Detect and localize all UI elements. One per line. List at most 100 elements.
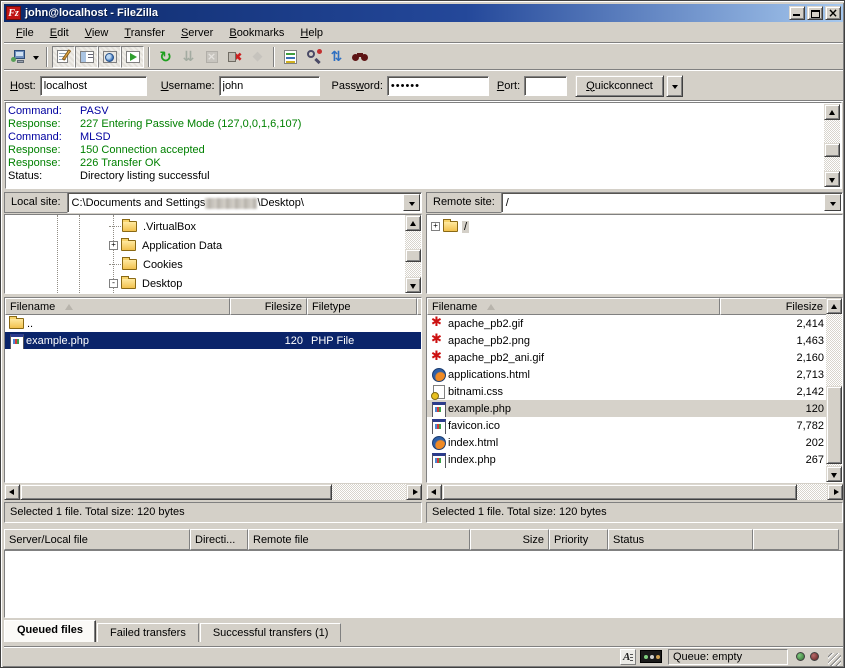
file-row-apache_pb2-gif[interactable]: apache_pb2.gif2,414 [427,315,826,332]
data-type-indicator-icon[interactable] [620,649,636,665]
scrollbar-thumb[interactable] [826,386,842,464]
menu-help[interactable]: Help [292,24,331,42]
expand-icon[interactable]: + [431,222,440,231]
menu-view[interactable]: View [77,24,117,42]
menu-edit[interactable]: Edit [42,24,77,42]
tab-queued-files[interactable]: Queued files [4,620,96,642]
tab-successful-transfers-1-[interactable]: Successful transfers (1) [200,623,342,642]
queue-column-size[interactable]: Size [470,529,549,550]
scroll-down-button[interactable] [405,277,421,293]
queue-column-directi-[interactable]: Directi... [190,529,248,550]
close-button[interactable]: × [825,6,841,20]
speed-limits-indicator-icon[interactable] [640,650,662,663]
synchronized-browsing-button[interactable] [325,46,348,68]
remote-list-hscrollbar[interactable] [426,484,843,500]
collapse-icon[interactable]: - [109,279,118,288]
toggle-log-view-button[interactable] [52,46,75,68]
file-row-index-html[interactable]: index.html202 [427,434,826,451]
remote-site-path-combo[interactable]: / [501,192,843,213]
disconnect-button[interactable] [223,46,246,68]
column-header-filetype[interactable]: Filetype [307,298,417,315]
tree-item--virtualbox[interactable]: .VirtualBox [109,217,198,236]
file-row-favicon-ico[interactable]: favicon.ico7,782 [427,417,826,434]
file-row-index-php[interactable]: index.php267 [427,451,826,468]
queue-column-priority[interactable]: Priority [549,529,608,550]
close-icon: × [826,7,840,19]
column-header-filesize[interactable]: Filesize [230,298,307,315]
password-input[interactable] [387,76,489,96]
combo-dropdown-icon[interactable] [403,194,420,211]
column-header-filesize[interactable]: Filesize [720,298,828,315]
port-input[interactable] [524,76,567,96]
file-row-apache_pb2-png[interactable]: apache_pb2.png1,463 [427,332,826,349]
minimize-button[interactable] [789,6,805,20]
scrollbar-thumb[interactable] [824,143,840,157]
queue-column-server-local-file[interactable]: Server/Local file [4,529,190,550]
refresh-button[interactable] [154,46,177,68]
queue-column-remote-file[interactable]: Remote file [248,529,470,550]
combo-dropdown-icon[interactable] [824,194,841,211]
maximize-button[interactable] [807,6,823,20]
column-header-filename[interactable]: Filename [5,298,230,315]
menu-transfer[interactable]: Transfer [116,24,173,42]
column-header-filename[interactable]: Filename [427,298,720,315]
file-row-example-php[interactable]: example.php120PHP File1 [5,332,421,349]
filezilla-app-icon[interactable]: Fz [6,6,21,20]
tree-item-cookies[interactable]: Cookies [109,255,185,274]
scroll-left-button[interactable] [4,484,20,500]
menu-bookmarks[interactable]: Bookmarks [221,24,292,42]
scrollbar-thumb[interactable] [405,249,421,262]
tree-item-root[interactable]: +/ [431,217,469,236]
scroll-down-button[interactable] [824,171,840,187]
directory-filters-button[interactable] [279,46,302,68]
tab-failed-transfers[interactable]: Failed transfers [97,623,199,642]
local-tree-scrollbar[interactable] [405,215,421,293]
scrollbar-thumb[interactable] [20,484,332,500]
process-queue-button[interactable] [177,46,200,68]
local-list-hscrollbar[interactable] [4,484,422,500]
titlebar[interactable]: Fz john@localhost - FileZilla × [4,4,843,22]
file-row-example-php[interactable]: example.php120 [427,400,826,417]
transfer-queue-body[interactable] [4,550,843,618]
toggle-local-tree-button[interactable] [75,46,98,68]
username-input[interactable] [219,76,320,96]
quickconnect-button[interactable]: Quickconnect [575,75,664,97]
scrollbar-thumb[interactable] [442,484,797,500]
file-row--[interactable]: .. [5,315,421,332]
scroll-up-button[interactable] [826,298,842,314]
cancel-operation-button[interactable] [200,46,223,68]
file-row-apache_pb2_ani-gif[interactable]: apache_pb2_ani.gif2,160 [427,349,826,366]
toggle-queue-view-button[interactable] [121,46,144,68]
expand-icon[interactable]: + [109,241,118,250]
file-search-button[interactable] [348,46,371,68]
local-selection-status: Selected 1 file. Total size: 120 bytes [4,502,422,523]
icon-part [130,53,137,61]
menu-file[interactable]: File [8,24,42,42]
resize-grip[interactable] [828,653,841,666]
scroll-up-button[interactable] [824,104,840,120]
scroll-right-button[interactable] [406,484,422,500]
file-row-applications-html[interactable]: applications.html2,713 [427,366,826,383]
tree-item-desktop[interactable]: -Desktop [109,274,184,293]
log-scrollbar[interactable] [824,104,840,187]
column-header-l[interactable]: L [417,298,422,315]
scroll-up-button[interactable] [405,215,421,231]
host-input[interactable] [40,76,147,96]
site-manager-button-dropdown[interactable] [31,46,42,68]
scroll-left-button[interactable] [426,484,442,500]
menu-server[interactable]: Server [173,24,221,42]
local-site-path-combo[interactable]: C:\Documents and Settings\Desktop\ [67,192,422,213]
toggle-remote-tree-button[interactable] [98,46,121,68]
file-row-bitnami-css[interactable]: bitnami.css2,142 [427,383,826,400]
tree-item-application-data[interactable]: +Application Data [109,236,224,255]
site-manager-button[interactable] [8,46,31,68]
quickconnect-dropdown-button[interactable] [666,75,683,97]
directory-comparison-button[interactable] [302,46,325,68]
reconnect-button[interactable] [246,46,269,68]
queue-column-status[interactable]: Status [608,529,753,550]
scroll-right-button[interactable] [827,484,843,500]
host-label: Host: [10,80,36,92]
scroll-down-button[interactable] [826,466,842,482]
tree-item-label: / [462,221,469,233]
remote-list-scrollbar[interactable] [826,298,842,482]
